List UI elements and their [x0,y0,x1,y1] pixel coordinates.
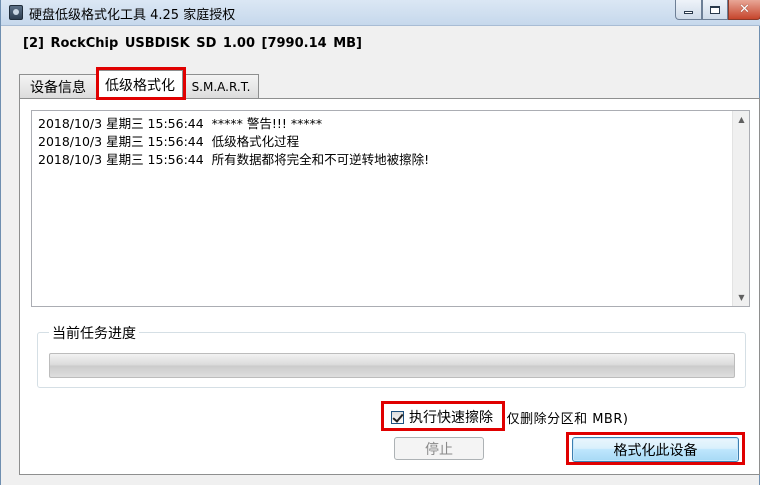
close-icon: ✕ [739,2,750,17]
task-progress-bar [49,353,735,378]
log-box[interactable]: 2018/10/3 星期三 15:56:44 ***** 警告!!! *****… [31,110,750,307]
quick-erase-note: (仅删除分区和 MBR) [501,411,629,427]
tab-smart[interactable]: S.M.A.R.T. [183,74,259,98]
stop-button[interactable]: 停止 [394,437,484,460]
title-bar[interactable]: 硬盘低级格式化工具 4.25 家庭授权 ✕ [1,0,760,26]
log-line: 2018/10/3 星期三 15:56:44 所有数据都将完全和不可逆转地被擦除… [38,152,430,167]
tab-low-level-format[interactable]: 低级格式化 [97,70,183,99]
scroll-up-icon[interactable]: ▲ [733,111,750,128]
scroll-down-icon[interactable]: ▼ [733,289,750,306]
maximize-icon [710,5,720,14]
minimize-icon [684,11,693,14]
tab-device-info[interactable]: 设备信息 [19,74,97,98]
minimize-button[interactable] [675,0,702,20]
quick-erase-checkbox[interactable] [391,410,404,424]
quick-erase-label[interactable]: 执行快速擦除 [409,407,493,427]
app-window: 硬盘低级格式化工具 4.25 家庭授权 ✕ [2] RockChip USBDI… [0,0,760,485]
log-lines: 2018/10/3 星期三 15:56:44 ***** 警告!!! *****… [38,115,429,169]
quick-erase-option[interactable]: 执行快速擦除 (仅删除分区和 MBR) [391,407,628,427]
log-scrollbar[interactable]: ▲ ▼ [732,111,749,306]
log-line: 2018/10/3 星期三 15:56:44 ***** 警告!!! ***** [38,116,323,131]
disk-app-icon [9,5,23,20]
maximize-button[interactable] [702,0,728,20]
device-info: [2] RockChip USBDISK SD 1.00 [7990.14 MB… [23,36,362,51]
log-line: 2018/10/3 星期三 15:56:44 低级格式化过程 [38,134,300,149]
window-title: 硬盘低级格式化工具 4.25 家庭授权 [29,8,236,23]
close-button[interactable]: ✕ [728,0,760,20]
format-device-button[interactable]: 格式化此设备 [572,437,739,462]
progress-group-title: 当前任务进度 [49,323,139,343]
